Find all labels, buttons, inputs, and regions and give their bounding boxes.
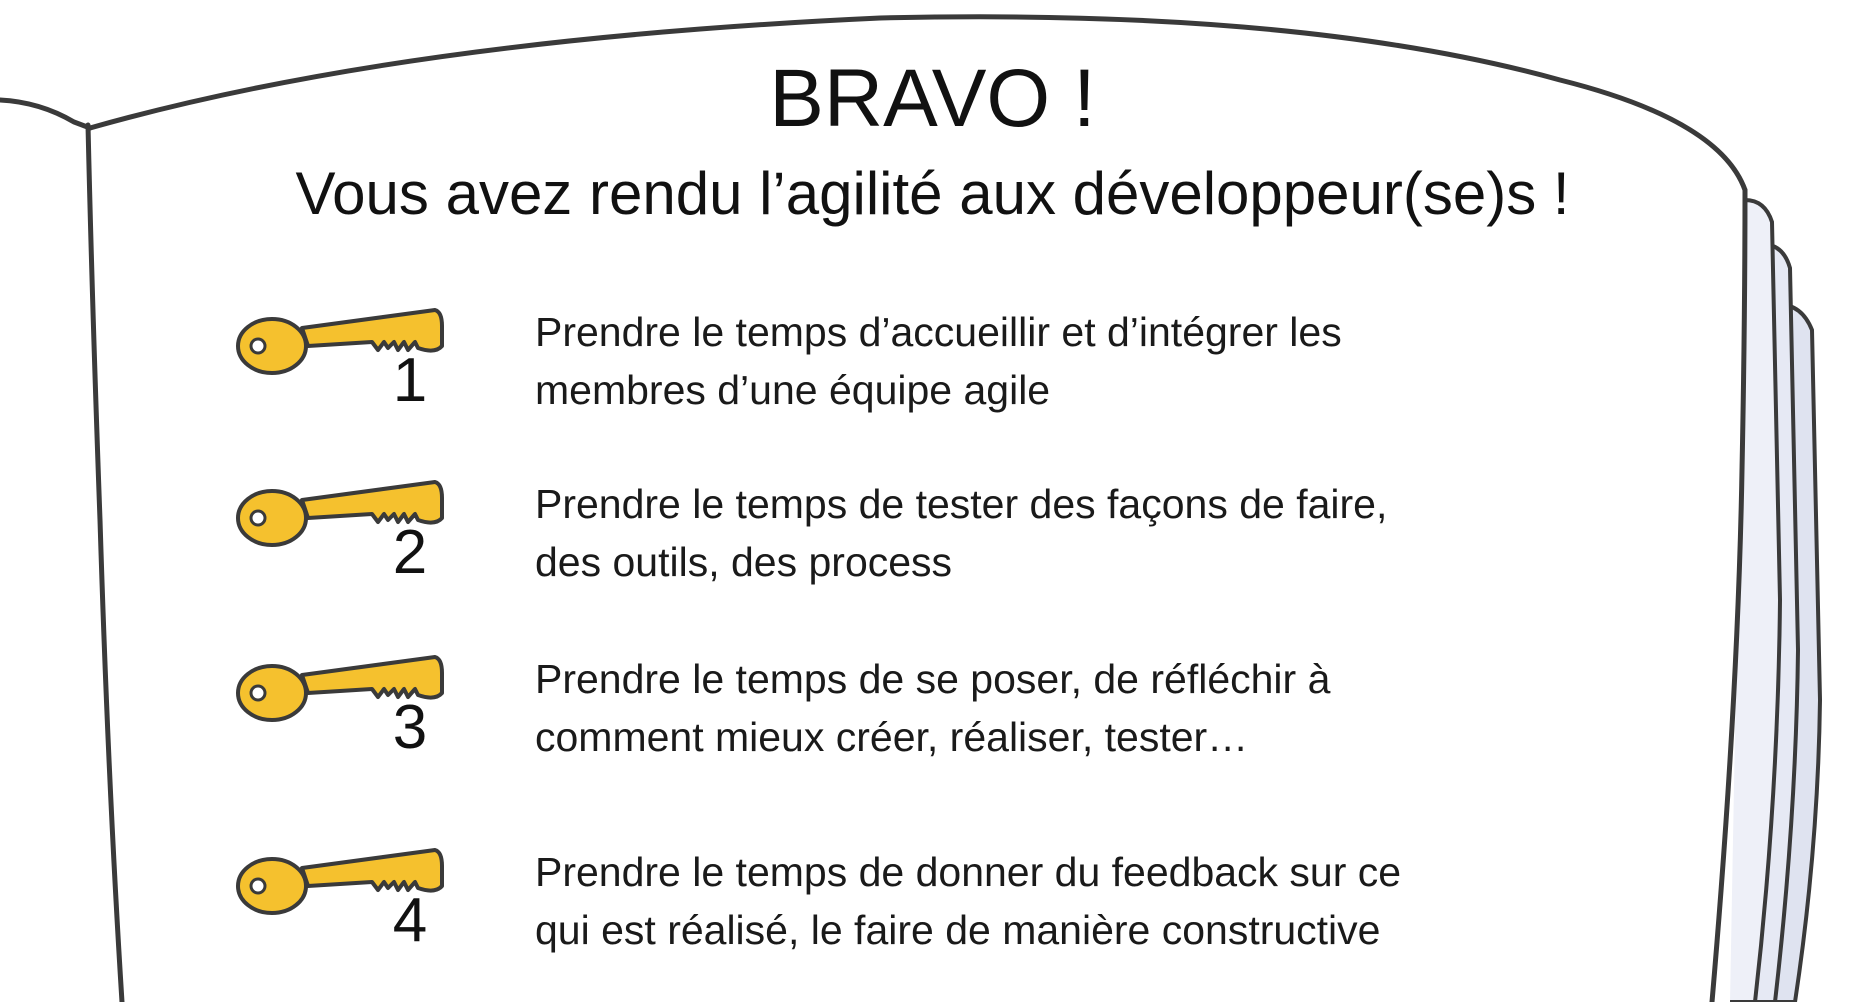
key-number: 2 — [392, 518, 428, 587]
book-page: BRAVO ! Vous avez rendu l’agilité aux dé… — [0, 0, 1865, 1002]
key-item-2: 2 Prendre le temps de tester des façons … — [0, 470, 1865, 620]
key-number: 3 — [392, 693, 428, 762]
key-number: 4 — [392, 886, 428, 955]
key-item-1: 1 Prendre le temps d’accueillir et d’int… — [0, 298, 1865, 448]
key-item-3: 3 Prendre le temps de se poser, de réflé… — [0, 645, 1865, 795]
page-subtitle: Vous avez rendu l’agilité aux développeu… — [295, 160, 1570, 227]
key-number: 1 — [392, 346, 428, 415]
key-description: Prendre le temps de tester des façons de… — [535, 481, 1388, 585]
key-description: Prendre le temps de donner du feedback s… — [535, 849, 1402, 953]
key-description: Prendre le temps de se poser, de réfléch… — [535, 656, 1331, 760]
key-item-4: 4 Prendre le temps de donner du feedback… — [0, 838, 1865, 988]
key-description: Prendre le temps d’accueillir et d’intég… — [535, 309, 1342, 413]
page-title: BRAVO ! — [769, 53, 1096, 144]
